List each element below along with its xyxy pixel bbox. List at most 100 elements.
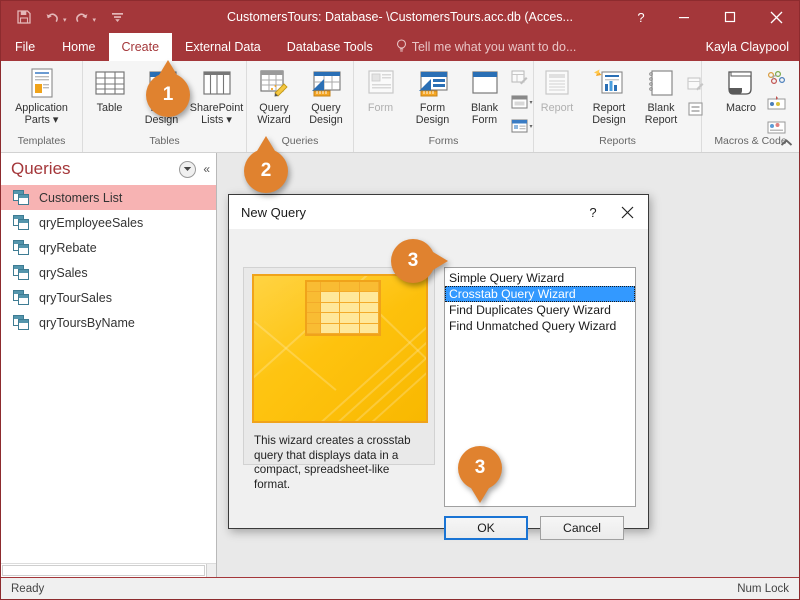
report-design-button[interactable]: Report Design <box>583 65 635 126</box>
callout-marker-3-list: 3 <box>391 239 448 283</box>
query-design-label: Query Design <box>309 102 343 126</box>
lightbulb-icon <box>396 38 407 56</box>
list-item-label: qryEmployeeSales <box>39 215 144 230</box>
minimize-button[interactable] <box>661 1 707 33</box>
callout-marker-3-ok: 3 <box>458 446 502 503</box>
sharepoint-lists-button[interactable]: SharePoint Lists ▾ <box>188 65 246 126</box>
num-lock-indicator: Num Lock <box>737 582 789 595</box>
ok-button[interactable]: OK <box>444 516 528 540</box>
redo-dropdown-caret[interactable]: ▾ <box>93 16 97 24</box>
list-item-label: qryRebate <box>39 240 97 255</box>
tab-create[interactable]: Create <box>108 33 173 61</box>
queries-list: Customers List qryEmployeeSales qryRebat… <box>1 185 216 335</box>
wizard-option-find-duplicates[interactable]: Find Duplicates Query Wizard <box>445 302 635 318</box>
callout-marker-2: 2 <box>244 136 288 193</box>
list-item[interactable]: qryTourSales <box>1 285 216 310</box>
wizard-option-crosstab-query[interactable]: Crosstab Query Wizard <box>445 286 635 302</box>
query-object-icon <box>13 240 30 255</box>
application-parts-label: Application Parts ▾ <box>15 102 68 126</box>
status-bar: Ready Num Lock <box>1 577 799 599</box>
navigation-pane-header: Queries « <box>1 153 216 185</box>
wizard-option-find-unmatched[interactable]: Find Unmatched Query Wizard <box>445 318 635 334</box>
list-item[interactable]: Customers List <box>1 185 216 210</box>
title-bar: ▾ ▾ CustomersTours: Database- \Customers… <box>1 1 799 33</box>
query-design-icon <box>310 67 342 101</box>
scrollbar-right-region[interactable] <box>206 564 216 577</box>
query-design-button[interactable]: Query Design <box>300 65 352 126</box>
tab-database-tools[interactable]: Database Tools <box>274 33 386 61</box>
chevron-down-icon[interactable] <box>179 160 197 178</box>
scrollbar-thumb[interactable] <box>2 565 205 576</box>
redo-icon[interactable] <box>69 5 95 29</box>
dialog-buttons: OK Cancel <box>444 516 624 540</box>
macro-button[interactable]: Macro <box>715 65 767 115</box>
forms-more-commands: ▾ ▾ <box>510 65 533 137</box>
ribbon-group-reports: Report Report Design Blank Report Report… <box>531 61 704 152</box>
macros-code-small-commands <box>767 65 786 137</box>
dialog-close-icon[interactable] <box>610 197 644 227</box>
query-wizard-label: Query Wizard <box>257 102 291 126</box>
list-item-label: qrySales <box>39 265 88 280</box>
query-object-icon <box>13 190 30 205</box>
query-object-icon <box>13 265 30 280</box>
query-object-icon <box>13 215 30 230</box>
tab-external-data[interactable]: External Data <box>172 33 274 61</box>
report-label: Report <box>540 102 574 114</box>
cancel-button[interactable]: Cancel <box>540 516 624 540</box>
list-item-label: Customers List <box>39 190 123 205</box>
collapse-pane-icon[interactable]: « <box>203 162 210 176</box>
wizard-option-simple-query[interactable]: Simple Query Wizard <box>445 270 635 286</box>
list-item[interactable]: qryEmployeeSales <box>1 210 216 235</box>
close-button[interactable] <box>753 1 799 33</box>
form-design-button[interactable]: Form Design <box>407 65 459 126</box>
dialog-title-bar: New Query ? <box>229 195 648 229</box>
blank-report-label: Blank Report <box>644 102 678 126</box>
report-design-icon <box>593 67 625 101</box>
group-label-tables: Tables <box>149 135 180 147</box>
table-icon <box>94 67 126 101</box>
collapse-ribbon-icon[interactable] <box>780 139 793 150</box>
tell-me-search[interactable]: Tell me what you want to do... <box>386 33 587 61</box>
application-parts-button[interactable]: Application Parts ▾ <box>13 65 71 126</box>
ribbon-group-templates: Application Parts ▾ Templates <box>1 61 83 152</box>
wizard-preview-pane: This wizard creates a crosstab query tha… <box>243 267 435 491</box>
blank-form-button[interactable]: Blank Form <box>459 65 511 126</box>
table-button[interactable]: Table <box>84 65 136 115</box>
undo-dropdown-caret[interactable]: ▾ <box>63 16 67 24</box>
maximize-button[interactable] <box>707 1 753 33</box>
navigation-small-button[interactable]: ▾ <box>510 92 533 113</box>
tell-me-text: Tell me what you want to do... <box>411 40 577 54</box>
customize-quick-access-icon[interactable] <box>104 5 130 29</box>
query-object-icon <box>13 315 30 330</box>
group-label-reports: Reports <box>599 135 636 147</box>
class-module-small-button[interactable] <box>767 92 786 113</box>
report-button[interactable]: Report <box>531 65 583 115</box>
query-wizard-button[interactable]: Query Wizard <box>248 65 300 126</box>
blank-form-label: Blank Form <box>470 102 498 126</box>
tab-file[interactable]: File <box>1 33 49 61</box>
dialog-help-icon[interactable]: ? <box>576 197 610 227</box>
dialog-body: This wizard creates a crosstab query tha… <box>229 229 648 540</box>
save-icon[interactable] <box>11 5 37 29</box>
ribbon-tab-strip: File Home Create External Data Database … <box>1 33 799 61</box>
query-wizard-icon <box>258 67 290 101</box>
dialog-title: New Query <box>241 204 307 220</box>
ribbon: Application Parts ▾ Templates Table Ta <box>1 61 799 153</box>
list-item[interactable]: qryToursByName <box>1 310 216 335</box>
access-application-window: ▾ ▾ CustomersTours: Database- \Customers… <box>0 0 800 600</box>
macro-label: Macro <box>726 102 756 114</box>
tab-home[interactable]: Home <box>49 33 108 61</box>
navigation-pane-horizontal-scrollbar[interactable] <box>1 563 216 577</box>
preview-table-grid <box>305 280 381 336</box>
form-design-label: Form Design <box>415 102 450 126</box>
form-button[interactable]: Form <box>355 65 407 115</box>
list-item[interactable]: qrySales <box>1 260 216 285</box>
help-icon[interactable]: ? <box>621 1 661 33</box>
blank-report-button[interactable]: Blank Report <box>635 65 687 126</box>
report-icon <box>542 67 572 101</box>
account-name[interactable]: Kayla Claypool <box>706 33 789 61</box>
module-small-button[interactable] <box>767 68 786 89</box>
form-wizard-small-button[interactable] <box>511 68 533 89</box>
list-item[interactable]: qryRebate <box>1 235 216 260</box>
undo-icon[interactable] <box>39 5 65 29</box>
